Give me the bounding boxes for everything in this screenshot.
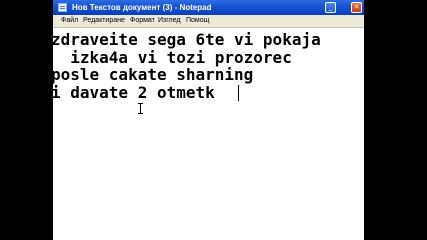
close-button[interactable]: ✕ bbox=[351, 2, 362, 13]
menu-file[interactable]: Файл bbox=[61, 15, 78, 27]
title-bar[interactable]: Нов Текстов документ (3) - Notepad _ ✕ bbox=[53, 0, 364, 16]
menu-help[interactable]: Помощ bbox=[186, 15, 209, 27]
menu-edit[interactable]: Редактиране bbox=[83, 15, 125, 27]
menu-format[interactable]: Формат bbox=[130, 15, 155, 27]
notepad-icon[interactable] bbox=[58, 3, 67, 12]
notepad-window: Нов Текстов документ (3) - Notepad _ ✕ Ф… bbox=[53, 0, 364, 240]
ibeam-cursor-icon bbox=[138, 103, 143, 114]
window-title: Нов Текстов документ (3) - Notepad bbox=[72, 3, 212, 12]
minimize-button[interactable]: _ bbox=[325, 2, 336, 13]
text-line-4: i davate 2 otmetk bbox=[53, 83, 215, 102]
text-line-3: posle cakate sharning bbox=[53, 65, 254, 84]
text-editor[interactable]: zdraveite sega 6te vi pokaja izka4a vi t… bbox=[53, 28, 364, 240]
text-caret bbox=[238, 85, 239, 101]
menu-view[interactable]: Изглед bbox=[158, 15, 181, 27]
menu-bar: Файл Редактиране Формат Изглед Помощ bbox=[53, 15, 364, 28]
text-line-1: zdraveite sega 6te vi pokaja bbox=[53, 30, 321, 49]
